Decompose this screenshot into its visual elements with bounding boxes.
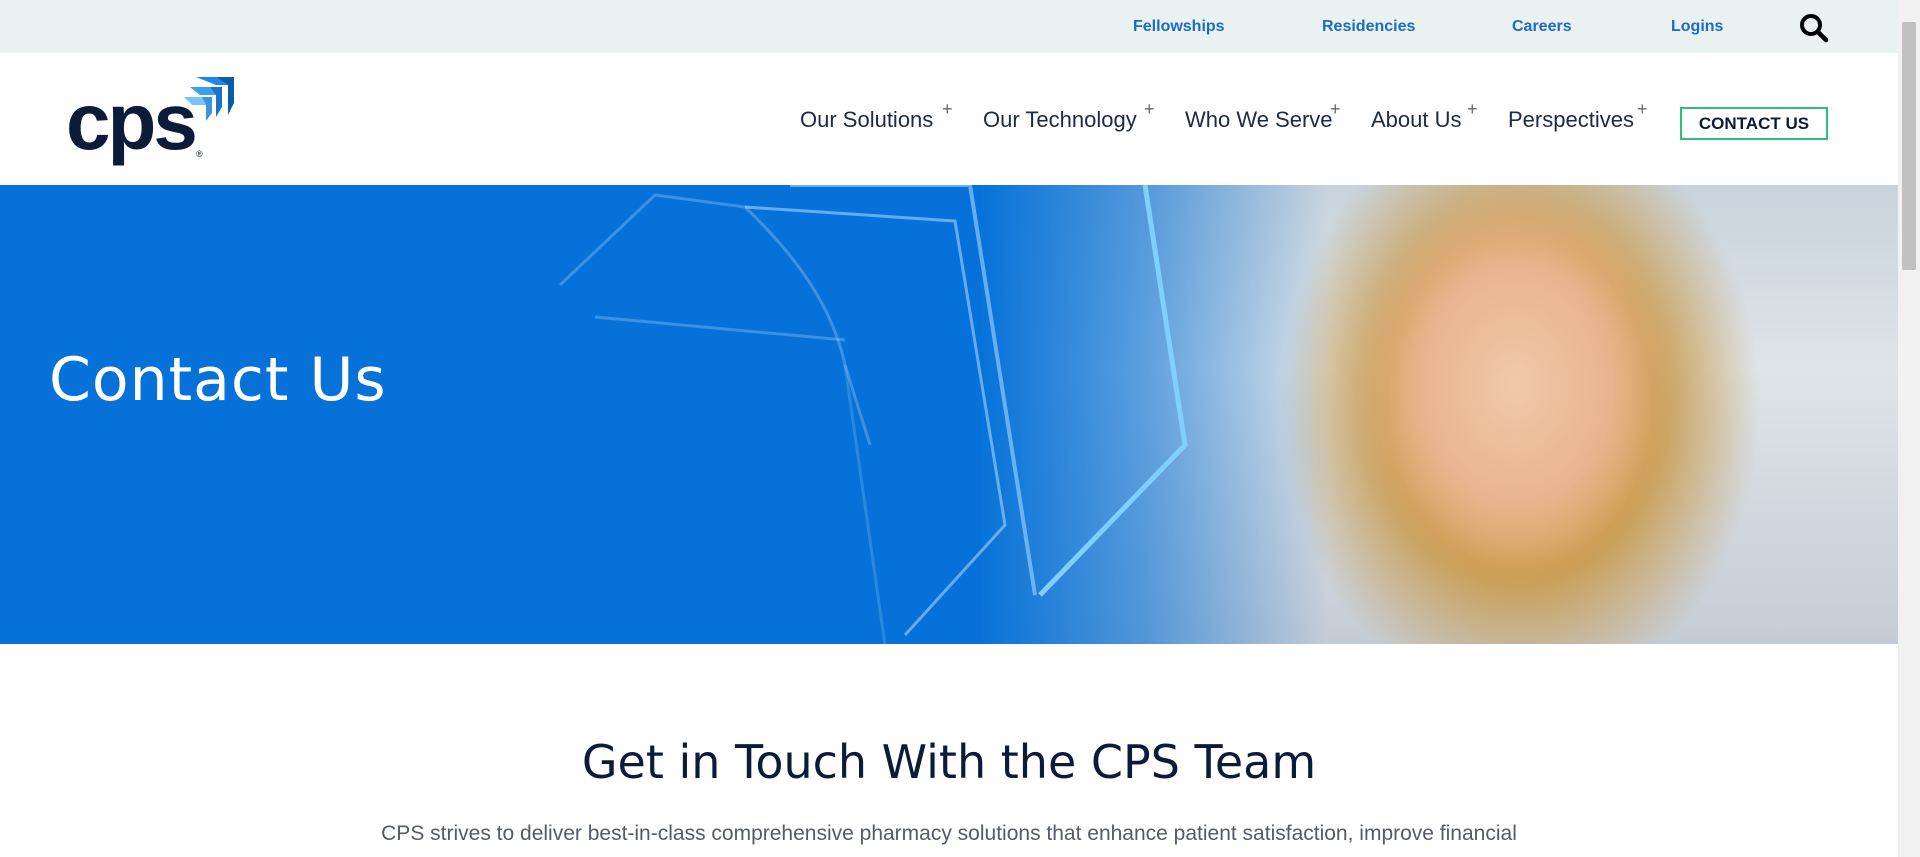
search-icon[interactable]: [1798, 12, 1830, 44]
plus-icon[interactable]: +: [1144, 99, 1155, 120]
main-header: cps ® Our Solutions + Our Technology + W…: [0, 53, 1898, 185]
hero-title: Contact Us: [49, 345, 387, 415]
utility-bar: Fellowships Residencies Careers Logins: [0, 0, 1898, 53]
plus-icon[interactable]: +: [942, 99, 953, 120]
util-link-careers[interactable]: Careers: [1512, 0, 1572, 53]
page: Fellowships Residencies Careers Logins c…: [0, 0, 1898, 857]
util-link-fellowships[interactable]: Fellowships: [1133, 0, 1225, 53]
plus-icon[interactable]: +: [1330, 99, 1341, 120]
plus-icon[interactable]: +: [1637, 99, 1648, 120]
contact-us-button[interactable]: CONTACT US: [1680, 107, 1828, 140]
nav-our-solutions[interactable]: Our Solutions: [800, 107, 933, 133]
cps-logo[interactable]: cps ®: [66, 73, 236, 167]
section-title: Get in Touch With the CPS Team: [581, 735, 1317, 789]
plus-icon[interactable]: +: [1467, 99, 1478, 120]
util-link-residencies[interactable]: Residencies: [1322, 0, 1415, 53]
nav-who-we-serve[interactable]: Who We Serve: [1185, 107, 1333, 133]
util-link-logins[interactable]: Logins: [1671, 0, 1723, 53]
nav-perspectives[interactable]: Perspectives: [1508, 107, 1634, 133]
section-body: CPS strives to deliver best-in-class com…: [381, 822, 1517, 845]
nav-our-technology[interactable]: Our Technology: [983, 107, 1137, 133]
registered-mark: ®: [196, 149, 203, 159]
scrollbar[interactable]: [1898, 0, 1920, 857]
scrollbar-thumb[interactable]: [1902, 22, 1916, 270]
hero-banner: Contact Us: [0, 185, 1898, 644]
nav-about-us[interactable]: About Us: [1371, 107, 1462, 133]
logo-chevron-icon: [184, 77, 234, 121]
